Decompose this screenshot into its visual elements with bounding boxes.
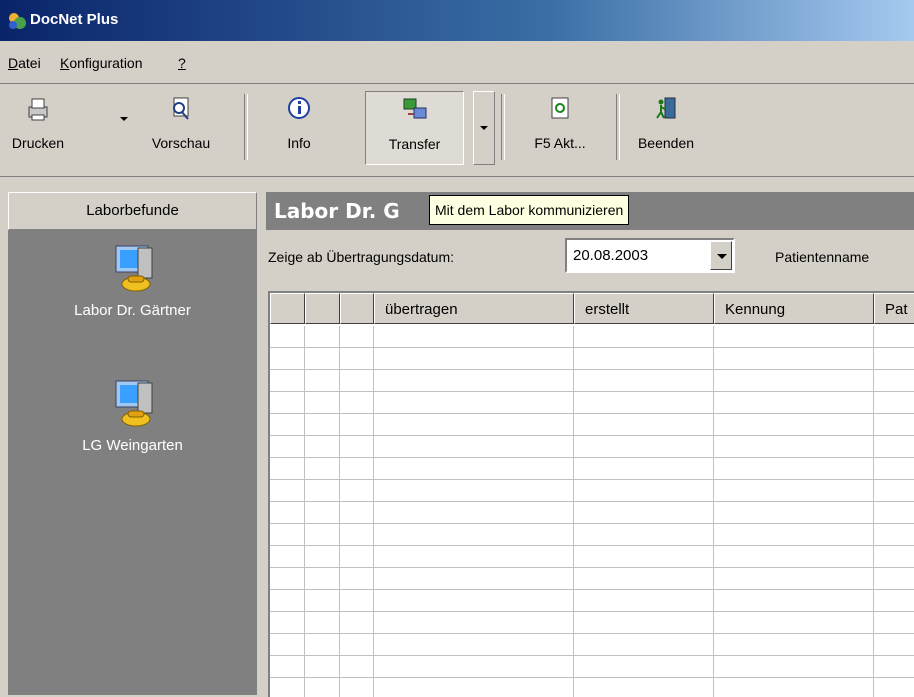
refresh-button[interactable]: F5 Akt... xyxy=(512,91,608,163)
printer-icon xyxy=(28,98,48,121)
refresh-label: F5 Akt... xyxy=(534,135,586,151)
sidebar-item-label: Labor Dr. Gärtner xyxy=(74,302,191,319)
grid-line xyxy=(573,326,574,697)
column-header-uebertragen[interactable]: übertragen xyxy=(374,293,574,324)
grid-line xyxy=(304,326,305,697)
date-filter-label: Zeige ab Übertragungsdatum: xyxy=(268,249,454,265)
lab-computer-phone-icon xyxy=(115,245,152,292)
column-header[interactable] xyxy=(270,293,305,324)
grid-line xyxy=(873,326,874,697)
column-header-erstellt[interactable]: erstellt xyxy=(574,293,714,324)
print-label: Drucken xyxy=(11,135,65,151)
title-bar: DocNet Plus xyxy=(0,0,914,41)
sidebar-item-label: LG Weingarten xyxy=(82,437,183,454)
print-button[interactable]: Drucken xyxy=(0,91,76,163)
transfer-button[interactable]: Transfer xyxy=(365,91,464,165)
grid-line xyxy=(713,326,714,697)
info-button[interactable]: Info xyxy=(264,91,334,163)
chevron-down-icon xyxy=(717,254,727,259)
menu-konfiguration[interactable]: Konfiguration xyxy=(60,55,143,71)
transfer-icon xyxy=(403,98,426,119)
transfer-label: Transfer xyxy=(388,136,441,152)
column-header-kennung[interactable]: Kennung xyxy=(714,293,874,324)
menu-bar: Datei Konfiguration ? xyxy=(0,41,914,84)
menu-datei-rest: atei xyxy=(18,55,41,71)
toolbar-separator xyxy=(501,94,505,160)
menu-help[interactable]: ? xyxy=(178,55,186,71)
info-label: Info xyxy=(287,135,311,151)
lab-computer-phone-icon xyxy=(115,380,152,427)
column-header-patient[interactable]: Pat xyxy=(874,293,914,324)
exit-button[interactable]: Beenden xyxy=(622,91,710,163)
print-dropdown[interactable] xyxy=(118,91,130,163)
preview-button[interactable]: Vorschau xyxy=(130,91,232,163)
preview-icon xyxy=(173,97,189,120)
exit-door-icon xyxy=(656,97,676,119)
results-grid[interactable]: übertragen erstellt Kennung Pat xyxy=(268,291,914,697)
preview-label: Vorschau xyxy=(151,135,211,151)
toolbar-separator xyxy=(616,94,620,160)
date-dropdown-button[interactable] xyxy=(710,241,732,270)
grid-line xyxy=(339,326,340,697)
toolbar-separator xyxy=(244,94,248,160)
toolbar: Drucken Vorschau Info Transfer F5 Akt...… xyxy=(0,83,914,177)
tooltip: Mit dem Labor kommunizieren xyxy=(429,195,630,225)
sidebar-item-labor-gaertner[interactable]: Labor Dr. Gärtner xyxy=(8,244,257,319)
refresh-icon xyxy=(551,97,569,119)
transfer-dropdown[interactable] xyxy=(473,91,495,165)
chevron-down-icon xyxy=(480,126,488,130)
patient-name-label: Patientenname xyxy=(775,249,870,265)
date-value: 20.08.2003 xyxy=(573,247,649,264)
date-combo[interactable]: 20.08.2003 xyxy=(565,238,735,273)
menu-datei[interactable]: Datei xyxy=(8,55,41,71)
app-icon xyxy=(9,13,26,29)
grid-body[interactable] xyxy=(270,326,914,697)
info-icon xyxy=(288,97,310,119)
grid-line xyxy=(373,326,374,697)
column-header[interactable] xyxy=(340,293,374,324)
column-header[interactable] xyxy=(305,293,340,324)
chevron-down-icon xyxy=(120,117,128,121)
window-title: DocNet Plus xyxy=(30,11,119,28)
sidebar-item-lg-weingarten[interactable]: LG Weingarten xyxy=(8,379,257,454)
sidebar-header[interactable]: Laborbefunde xyxy=(8,192,257,230)
sidebar: Laborbefunde Labor Dr. Gärtner LG Weinga… xyxy=(8,192,257,695)
grid-header: übertragen erstellt Kennung Pat xyxy=(270,293,914,326)
exit-label: Beenden xyxy=(637,135,695,151)
menu-konfiguration-rest: onfiguration xyxy=(69,55,143,71)
page-title: Labor Dr. G xyxy=(274,199,400,223)
